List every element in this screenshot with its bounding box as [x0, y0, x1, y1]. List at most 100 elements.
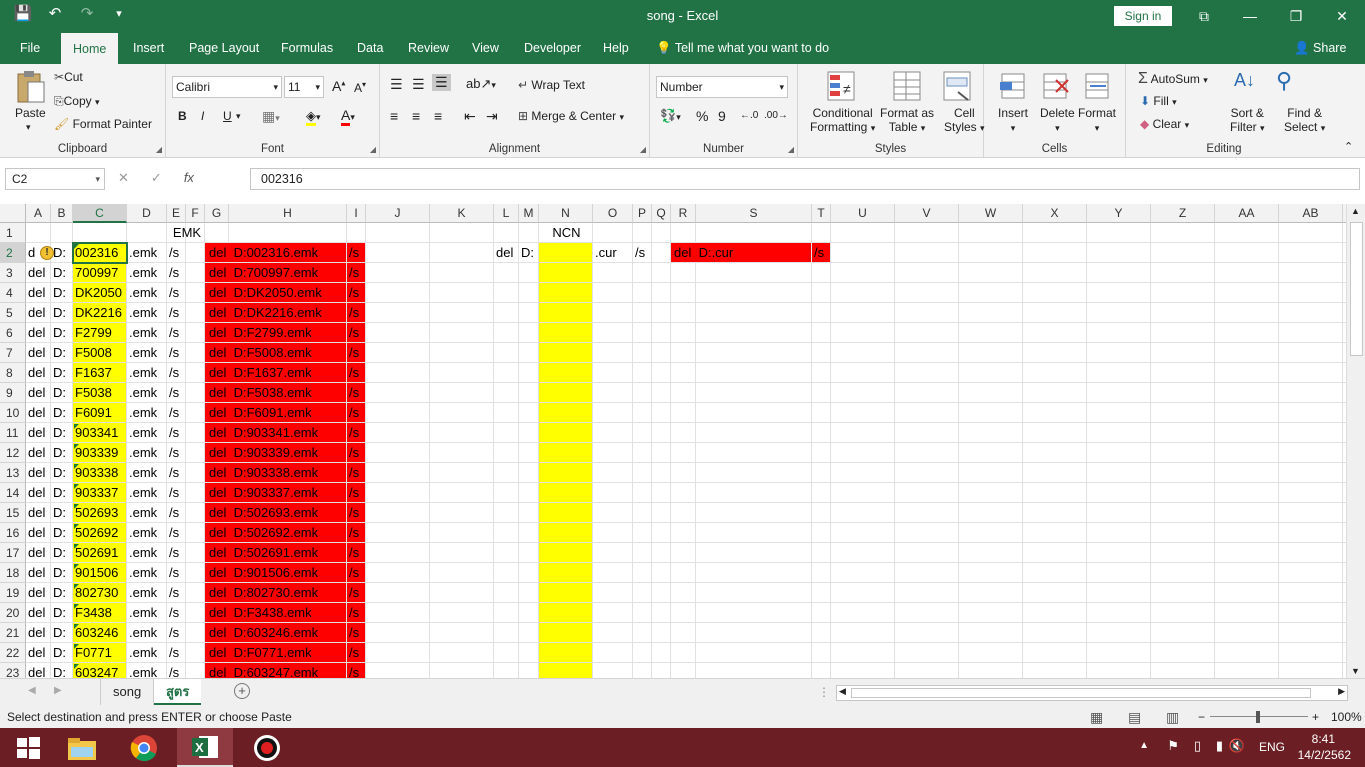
tab-developer[interactable]: Developer [524, 32, 581, 64]
grid-cell-t23[interactable] [812, 663, 831, 678]
tab-home[interactable]: Home [61, 32, 119, 64]
grid-cell-z7[interactable] [1151, 343, 1215, 363]
formula-result-cell[interactable]: del D:F3438.emk [205, 603, 347, 623]
prev-sheet-icon[interactable]: ◀ [28, 685, 36, 696]
excel-taskbar-icon[interactable]: X [177, 728, 233, 767]
formula-switch-cell[interactable]: /s [347, 523, 366, 543]
grid-cell-z18[interactable] [1151, 563, 1215, 583]
switch-cell[interactable]: /s [167, 643, 186, 663]
grid-cell-y23[interactable] [1087, 663, 1151, 678]
windows-start-icon[interactable] [0, 728, 56, 767]
grid-cell-j5[interactable] [366, 303, 430, 323]
switch-cell[interactable]: /s [167, 243, 186, 263]
grid-cell-t6[interactable] [812, 323, 831, 343]
scroll-right-icon[interactable]: ▶ [1338, 686, 1345, 697]
increase-decimal-icon[interactable]: ←.0 [740, 110, 758, 121]
column-header-m[interactable]: M [519, 204, 539, 223]
grid-cell-j22[interactable] [366, 643, 430, 663]
grid-cell-o5[interactable] [593, 303, 633, 323]
grid-cell-aa12[interactable] [1215, 443, 1279, 463]
grid-cell-k23[interactable] [430, 663, 494, 678]
grid-cell-m16[interactable] [519, 523, 539, 543]
grid-cell-w14[interactable] [959, 483, 1023, 503]
code-cell[interactable]: F5038 [73, 383, 127, 403]
grid-cell-v3[interactable] [895, 263, 959, 283]
grid-cell-z15[interactable] [1151, 503, 1215, 523]
row-header-18[interactable]: 18 [0, 563, 26, 583]
grid-cell-r12[interactable] [671, 443, 696, 463]
row-header-10[interactable]: 10 [0, 403, 26, 423]
grid-cell-s6[interactable] [696, 323, 812, 343]
grid-cell-m10[interactable] [519, 403, 539, 423]
formula-result-cell[interactable]: del D:802730.emk [205, 583, 347, 603]
paste-dropdown-icon[interactable]: ▾ [26, 122, 31, 133]
grid-cell-x7[interactable] [1023, 343, 1087, 363]
grid-cell-v5[interactable] [895, 303, 959, 323]
top-align-icon[interactable]: ☰ [390, 76, 403, 93]
drive-cell[interactable]: D: [51, 263, 73, 283]
grid-cell-u15[interactable] [831, 503, 895, 523]
grid-cell-x2[interactable] [1023, 243, 1087, 263]
select-all-corner[interactable] [0, 204, 26, 223]
ext-cell[interactable]: .emk [127, 563, 167, 583]
grid-cell-w7[interactable] [959, 343, 1023, 363]
grid-cell-v8[interactable] [895, 363, 959, 383]
grid-cell-q13[interactable] [652, 463, 671, 483]
grid-cell-v22[interactable] [895, 643, 959, 663]
grid-cell-y2[interactable] [1087, 243, 1151, 263]
grid-cell-n10[interactable] [539, 403, 593, 423]
grid-cell-l11[interactable] [494, 423, 519, 443]
grid-cell-m11[interactable] [519, 423, 539, 443]
italic-button[interactable]: I [201, 109, 204, 123]
grid-cell-z19[interactable] [1151, 583, 1215, 603]
grid-cell-n12[interactable] [539, 443, 593, 463]
merge-center-button[interactable]: ⊞ Merge & Center ▾ [518, 109, 624, 123]
grid-cell-r9[interactable] [671, 383, 696, 403]
grid-cell-aa19[interactable] [1215, 583, 1279, 603]
grid-cell-q20[interactable] [652, 603, 671, 623]
grid-cell-n7[interactable] [539, 343, 593, 363]
switch-cell[interactable]: /s [167, 323, 186, 343]
number-launcher-icon[interactable]: ◢ [788, 145, 794, 154]
code-cell[interactable]: F5008 [73, 343, 127, 363]
zoom-in-icon[interactable]: + [1312, 706, 1319, 728]
grid-cell-p20[interactable] [633, 603, 652, 623]
tab-review[interactable]: Review [408, 32, 449, 64]
grid-cell-aa11[interactable] [1215, 423, 1279, 443]
grid-cell-aa7[interactable] [1215, 343, 1279, 363]
grid-cell-o22[interactable] [593, 643, 633, 663]
ncn-switch-cell[interactable]: /s [633, 243, 652, 263]
del-cell[interactable]: del [26, 383, 51, 403]
grid-cell-t1[interactable] [812, 223, 831, 243]
ext-cell[interactable]: .emk [127, 283, 167, 303]
grid-cell-q11[interactable] [652, 423, 671, 443]
grid-cell-o6[interactable] [593, 323, 633, 343]
column-header-x[interactable]: X [1023, 204, 1087, 223]
row-header-19[interactable]: 19 [0, 583, 26, 603]
add-sheet-icon[interactable]: + [234, 683, 250, 699]
grid-cell-w10[interactable] [959, 403, 1023, 423]
ext-cell[interactable]: .emk [127, 523, 167, 543]
grid-cell-q22[interactable] [652, 643, 671, 663]
tab-view[interactable]: View [472, 32, 499, 64]
font-size-dropdown[interactable]: 11 ▾ [284, 76, 324, 98]
grid-cell-m22[interactable] [519, 643, 539, 663]
grid-cell-ab23[interactable] [1279, 663, 1343, 678]
header-emk[interactable]: EMK [147, 223, 225, 243]
formula-result-cell[interactable]: del D:F0771.emk [205, 643, 347, 663]
grid-cell-w1[interactable] [959, 223, 1023, 243]
del-cell[interactable]: del [26, 663, 51, 678]
grid-cell-u23[interactable] [831, 663, 895, 678]
grid-cell-q7[interactable] [652, 343, 671, 363]
grid-cell-s1[interactable] [696, 223, 812, 243]
bottom-align-icon[interactable]: ☰ [432, 74, 451, 91]
tab-splitter-icon[interactable]: ⋮ [818, 685, 830, 699]
grid-cell-aa5[interactable] [1215, 303, 1279, 323]
grid-cell-y10[interactable] [1087, 403, 1151, 423]
grid-cell-u10[interactable] [831, 403, 895, 423]
grid-cell-w23[interactable] [959, 663, 1023, 678]
grid-cell-x9[interactable] [1023, 383, 1087, 403]
column-header-y[interactable]: Y [1087, 204, 1151, 223]
grid-cell-ab11[interactable] [1279, 423, 1343, 443]
grid-cell-p5[interactable] [633, 303, 652, 323]
